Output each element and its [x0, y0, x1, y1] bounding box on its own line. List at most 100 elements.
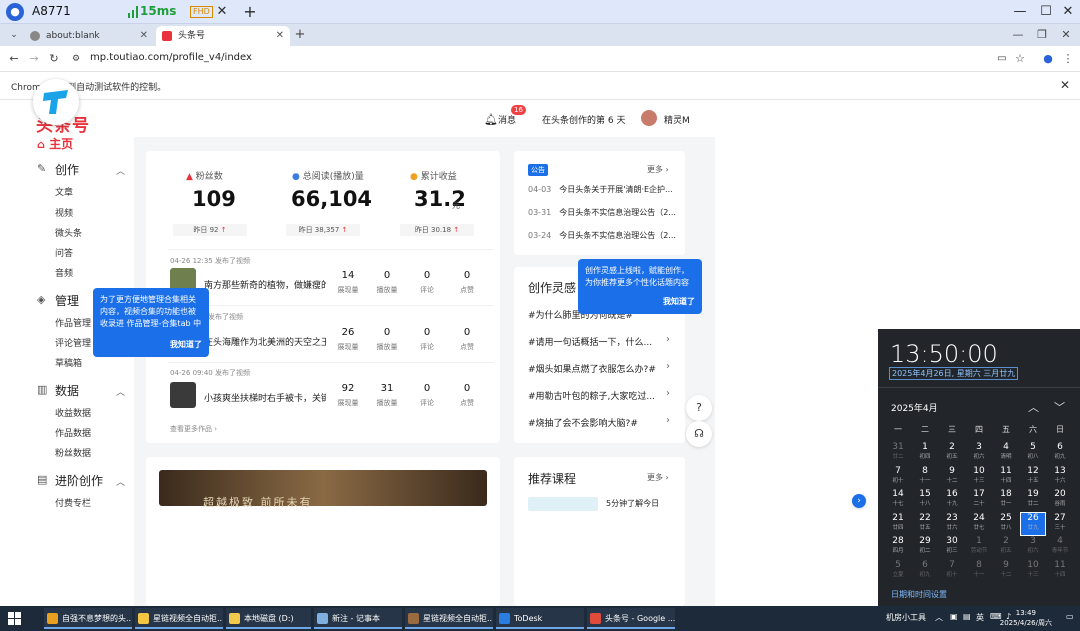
quality-badge[interactable]: FHD	[190, 6, 213, 18]
tooltip-ok-button[interactable]: 我知道了	[663, 296, 695, 308]
calendar-month[interactable]: 2025年4月	[891, 401, 938, 414]
course-thumbnail[interactable]	[528, 497, 598, 511]
back-icon[interactable]: ←	[6, 51, 22, 67]
bell-icon[interactable]: 🔔︎	[484, 113, 498, 126]
feed-title[interactable]: 小孩爽坐扶梯时右手被卡，关键...	[204, 391, 326, 404]
window-minimize-icon[interactable]: —	[1010, 27, 1026, 43]
inspiration-topic[interactable]: #用勒古叶包的粽子,大家吃过...	[528, 389, 656, 402]
calendar-day[interactable]: 17 二十	[967, 489, 991, 511]
calendar-day[interactable]: 28 四月	[886, 536, 910, 558]
tab-about-blank[interactable]: about:blank ✕	[24, 26, 154, 46]
calendar-day[interactable]: 14 十七	[886, 489, 910, 511]
user-icon[interactable]: ●	[6, 3, 24, 21]
sidebar-item-article[interactable]: 文章	[55, 185, 73, 198]
sidebar-group-advanced[interactable]: ▤ 进阶创作	[37, 472, 103, 489]
new-tab-icon[interactable]: +	[292, 27, 308, 43]
calendar-day[interactable]: 6 初九	[1048, 442, 1072, 464]
calendar-day[interactable]: 20 谷雨	[1048, 489, 1072, 511]
sidebar-item-weitoutiao[interactable]: 微头条	[55, 226, 82, 239]
calendar-day[interactable]: 13 十六	[1048, 466, 1072, 488]
chevron-up-icon[interactable]: ︿	[116, 475, 125, 488]
calendar-day[interactable]: 5 初八	[1021, 442, 1045, 464]
calendar-day[interactable]: 27 三十	[1048, 513, 1072, 535]
calendar-day[interactable]: 1 劳动节	[967, 536, 991, 558]
sidebar-group-manage[interactable]: ◈ 管理	[37, 292, 79, 309]
chevron-right-icon[interactable]: ›	[666, 415, 670, 426]
banner-image[interactable]: 超越极致 前所未有	[159, 470, 487, 509]
sidebar-item-video[interactable]: 视频	[55, 206, 73, 219]
calendar-day[interactable]: 16 十九	[940, 489, 964, 511]
profile-icon[interactable]: ●	[1040, 51, 1056, 67]
sidebar-item-paid-column[interactable]: 付费专栏	[55, 496, 91, 509]
clock-date[interactable]: 2025年4月26日, 星期六 三月廿九	[889, 367, 1019, 380]
calendar-day[interactable]: 22 廿五	[913, 513, 937, 535]
sidebar-item-comments[interactable]: 评论管理	[55, 336, 91, 349]
calendar-day[interactable]: 30 初三	[940, 536, 964, 558]
notification-icon[interactable]: ▭	[1066, 612, 1074, 621]
window-restore-icon[interactable]: ❐	[1034, 27, 1050, 43]
chevron-right-icon[interactable]: ›	[666, 361, 670, 372]
course-more-link[interactable]: 更多 ›	[647, 472, 669, 483]
calendar-day[interactable]: 4 清明	[994, 442, 1018, 464]
tab-close-icon[interactable]: ✕	[276, 26, 284, 46]
calendar-day[interactable]: 18 廿一	[994, 489, 1018, 511]
calendar-day[interactable]: 21 廿四	[886, 513, 910, 535]
sidebar-item-qa[interactable]: 问答	[55, 246, 73, 259]
sidebar-item-fans-data[interactable]: 粉丝数据	[55, 446, 91, 459]
infobar-close-icon[interactable]: ✕	[1060, 78, 1070, 92]
calendar-day[interactable]: 23 廿六	[940, 513, 964, 535]
video-thumbnail[interactable]	[170, 382, 196, 408]
calendar-day[interactable]: 7 初十	[886, 466, 910, 488]
window-close-icon[interactable]: ✕	[1058, 27, 1074, 43]
calendar-day[interactable]: 25 廿八	[994, 513, 1018, 535]
username[interactable]: 精灵M	[664, 113, 690, 126]
close-window-icon[interactable]: ✕	[1058, 2, 1078, 22]
sidebar-item-audio[interactable]: 音频	[55, 266, 73, 279]
help-icon[interactable]: ?	[686, 395, 712, 421]
calendar-day[interactable]: 11 十四	[994, 466, 1018, 488]
expand-icon[interactable]: ›	[852, 494, 866, 508]
calendar-day[interactable]: 3 初六	[1021, 536, 1045, 558]
tab-toutiao[interactable]: 头条号 ✕	[156, 26, 290, 46]
tray-tools-label[interactable]: 机房小工具	[886, 612, 926, 623]
inspiration-topic[interactable]: #烟头如果点燃了衣服怎么办?#	[528, 362, 656, 375]
notice-row[interactable]: 03-31 今日头条不实信息治理公告（2...	[528, 207, 676, 218]
taskbar-app-button[interactable]: 头条号 - Google ...	[587, 608, 675, 629]
notice-row[interactable]: 04-03 今日头条关于开展'清朗·E企护...	[528, 184, 673, 195]
ime-indicator[interactable]: 英	[976, 612, 984, 623]
calendar-day[interactable]: 5 立夏	[886, 560, 910, 582]
calendar-day[interactable]: 6 初九	[913, 560, 937, 582]
calendar-day[interactable]: 9 十二	[940, 466, 964, 488]
feed-title[interactable]: 在头海雕作为北美洲的天空之王...	[204, 335, 326, 348]
date-time-settings-link[interactable]: 日期和时间设置	[891, 589, 947, 600]
taskbar-app-button[interactable]: 星链视频全自动拒...	[405, 608, 493, 629]
install-app-icon[interactable]: ▭	[994, 51, 1010, 67]
url-field[interactable]: mp.toutiao.com/profile_v4/index	[90, 52, 252, 63]
tray-chevron-icon[interactable]: ︿	[935, 612, 943, 623]
tooltip-ok-button[interactable]: 我知道了	[170, 339, 202, 351]
taskbar-app-button[interactable]: ToDesk	[496, 608, 584, 629]
close-icon[interactable]: ✕	[212, 2, 232, 22]
add-icon[interactable]: +	[240, 2, 260, 22]
taskbar-app-button[interactable]: 本地磁盘 (D:)	[226, 608, 311, 629]
tray-app-icon[interactable]: ▣	[950, 612, 958, 621]
calendar-day[interactable]: 12 十五	[1021, 466, 1045, 488]
inspiration-topic[interactable]: #请用一句话概括一下，什么...	[528, 335, 656, 348]
calendar-day[interactable]: 24 廿七	[967, 513, 991, 535]
chevron-up-icon[interactable]: ︿	[116, 385, 125, 398]
sidebar-item-income-data[interactable]: 收益数据	[55, 406, 91, 419]
minimize-icon[interactable]: —	[1010, 2, 1030, 22]
tab-list-icon[interactable]: ⌄	[6, 27, 22, 43]
windows-start-icon[interactable]	[8, 612, 21, 625]
calendar-day[interactable]: 9 十二	[994, 560, 1018, 582]
taskbar-clock[interactable]: 13:49 2025/4/26/周六	[1000, 608, 1052, 628]
calendar-day[interactable]: 11 十四	[1048, 560, 1072, 582]
chevron-right-icon[interactable]: ›	[666, 334, 670, 345]
sidebar-group-data[interactable]: ▥ 数据	[37, 382, 79, 399]
calendar-day[interactable]: 8 十一	[913, 466, 937, 488]
calendar-day-today[interactable]: 26 廿九	[1020, 511, 1046, 536]
more-works-link[interactable]: 查看更多作品 ›	[170, 424, 217, 434]
calendar-day[interactable]: 4 青年节	[1048, 536, 1072, 558]
calendar-day[interactable]: 2 初五	[994, 536, 1018, 558]
sidebar-home[interactable]: ⌂ 主页	[37, 135, 73, 152]
